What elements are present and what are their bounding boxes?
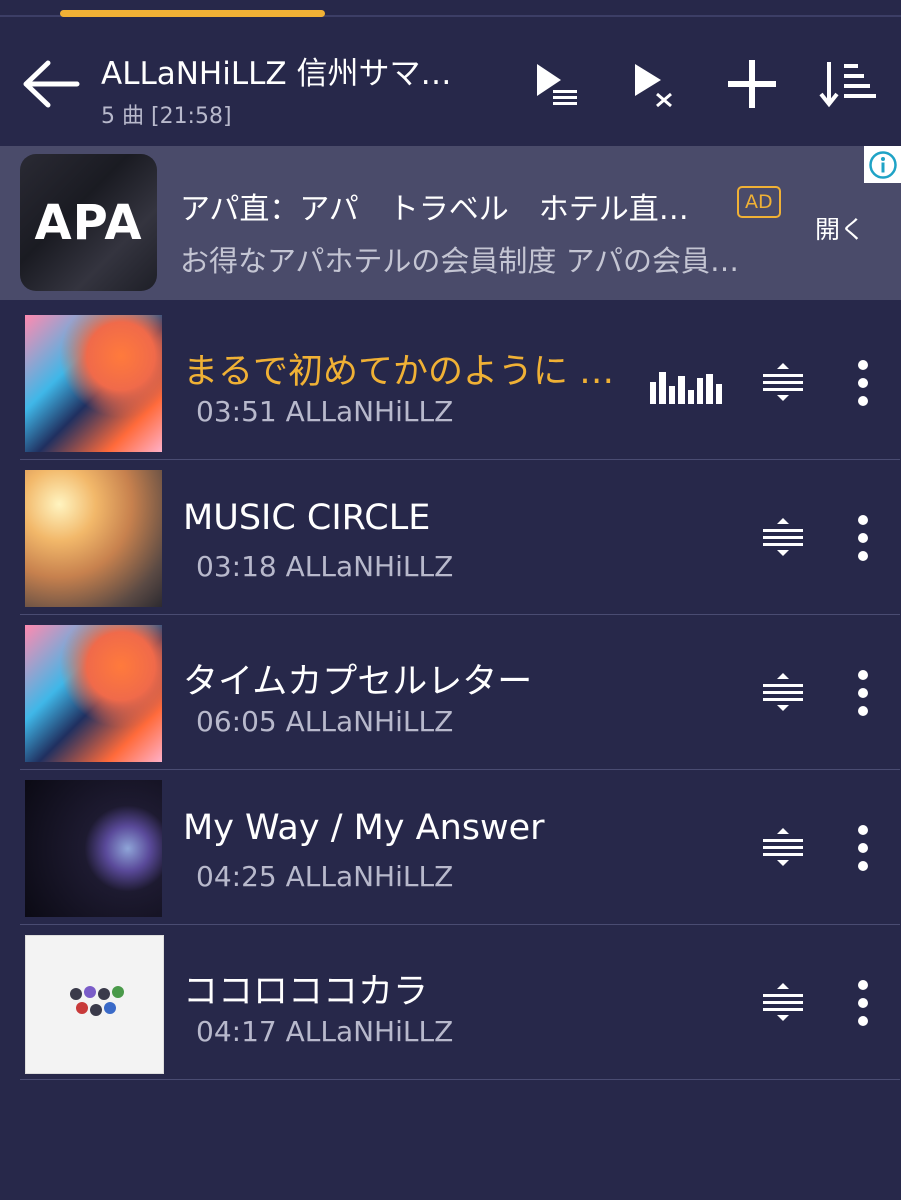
drag-handle-icon [763,828,803,866]
drag-handle[interactable] [758,667,808,717]
sort-button[interactable] [818,52,878,116]
drag-handle[interactable] [758,512,808,562]
sort-icon [819,62,876,108]
track-row[interactable]: My Way / My Answer 04:25 ALLaNHiLLZ [20,770,900,925]
more-options-button[interactable] [848,975,878,1031]
more-vert-icon [858,825,868,871]
ad-info-button[interactable] [864,146,901,183]
ad-logo-text: APA [34,194,143,251]
shuffle-play-icon [635,64,672,108]
ad-title: アパ直：アパ トラベル ホテル直… [180,192,689,227]
ad-description: お得なアパホテルの会員制度 アパの会員… [180,244,740,278]
album-art [25,935,164,1074]
more-vert-icon [858,360,868,406]
more-options-button[interactable] [848,510,878,566]
back-button[interactable] [14,52,86,116]
more-options-button[interactable] [848,820,878,876]
track-meta: 06:05 ALLaNHiLLZ [196,705,454,738]
header: ALLaNHiLLZ 信州サマ… 5 曲 [21:58] [0,28,901,144]
album-art [25,780,162,917]
drag-handle[interactable] [758,977,808,1027]
track-title: タイムカプセルレター [183,662,533,702]
track-row[interactable]: まるで初めてかのように … 03:51 ALLaNHiLLZ [20,305,900,460]
add-button[interactable] [722,52,782,116]
track-meta: 04:25 ALLaNHiLLZ [196,860,454,893]
track-title: まるで初めてかのように … [183,352,615,392]
ad-banner[interactable]: APA アパ直：アパ トラベル ホテル直… AD お得なアパホテルの会員制度 ア… [0,146,901,300]
drag-handle-icon [763,983,803,1021]
track-title: MUSIC CIRCLE [183,498,431,538]
track-meta: 03:51 ALLaNHiLLZ [196,395,454,428]
album-art [25,315,162,452]
play-queue-button[interactable] [526,52,586,116]
album-art [25,625,162,762]
shuffle-play-button[interactable] [622,52,682,116]
track-meta: 03:18 ALLaNHiLLZ [196,550,454,583]
ad-badge: AD [737,186,781,218]
progress-fill [60,10,325,17]
equalizer-icon [650,360,722,404]
more-options-button[interactable] [848,665,878,721]
more-vert-icon [858,670,868,716]
drag-handle-icon [763,363,803,401]
track-row[interactable]: タイムカプセルレター 06:05 ALLaNHiLLZ [20,615,900,770]
track-meta: 04:17 ALLaNHiLLZ [196,1015,454,1048]
track-list: まるで初めてかのように … 03:51 ALLaNHiLLZ MUSIC CIR… [0,305,901,1080]
more-vert-icon [858,980,868,1026]
more-options-button[interactable] [848,355,878,411]
track-title: My Way / My Answer [183,808,545,848]
album-art-graphic [70,986,124,1016]
add-icon [728,60,776,108]
track-row[interactable]: MUSIC CIRCLE 03:18 ALLaNHiLLZ [20,460,900,615]
drag-handle-icon [763,518,803,556]
play-queue-icon [537,64,577,105]
more-vert-icon [858,515,868,561]
playlist-title: ALLaNHiLLZ 信州サマ… [101,56,452,92]
drag-handle-icon [763,673,803,711]
drag-handle[interactable] [758,822,808,872]
playlist-subtitle: 5 曲 [21:58] [101,104,232,129]
info-icon [868,150,897,179]
track-title: ココロココカラ [183,972,429,1012]
drag-handle[interactable] [758,357,808,407]
track-row[interactable]: ココロココカラ 04:17 ALLaNHiLLZ [20,925,900,1080]
ad-open-button[interactable]: 開く [815,210,865,246]
ad-logo: APA [20,154,157,291]
album-art [25,470,162,607]
back-arrow-icon [23,60,80,108]
